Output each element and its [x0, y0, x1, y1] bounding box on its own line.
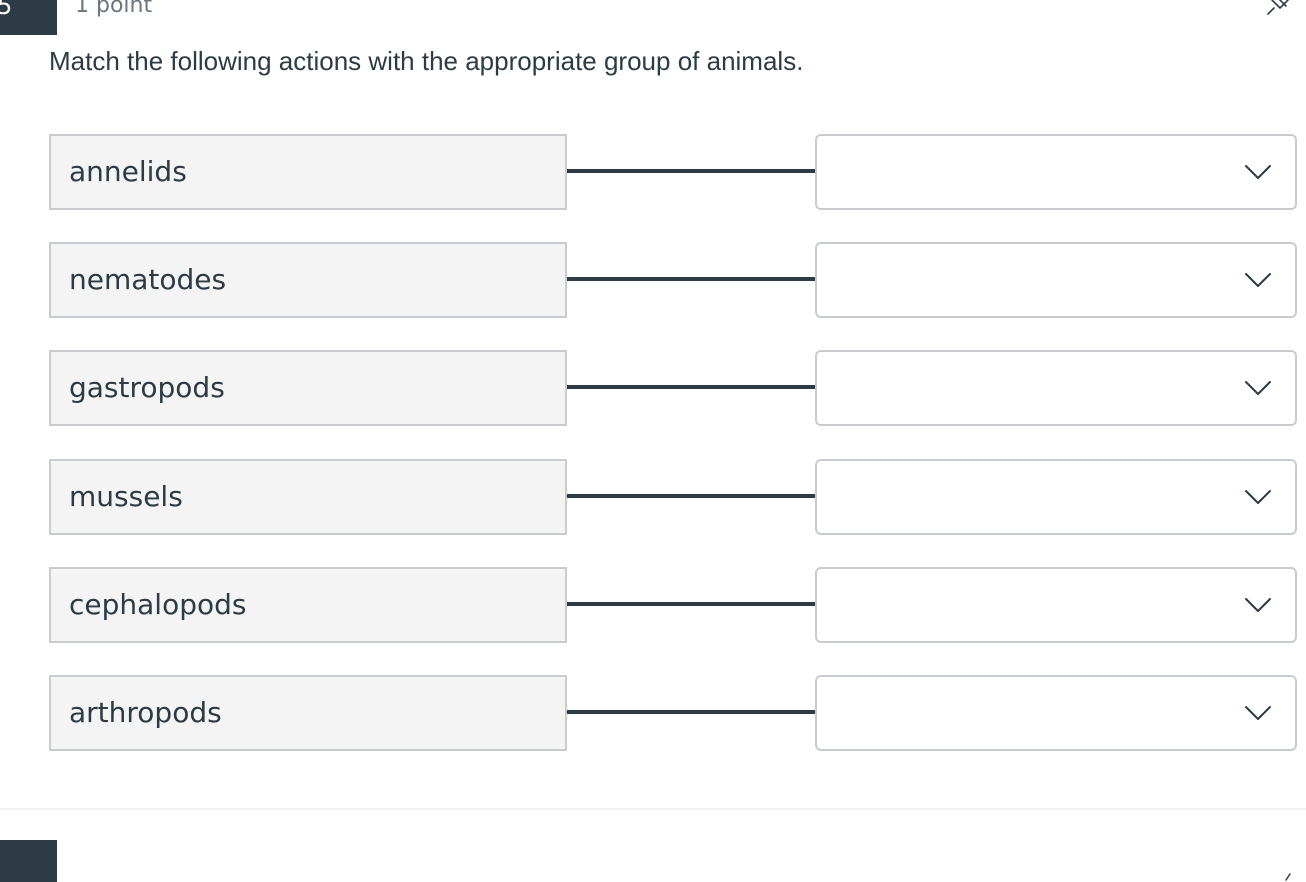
match-row: nematodes [49, 242, 1297, 318]
match-connector-line [567, 494, 816, 498]
question-points: 1 point [75, 0, 153, 18]
match-term: cephalopods [49, 567, 567, 643]
pin-icon[interactable] [1264, 0, 1294, 20]
match-answer-select[interactable] [815, 350, 1297, 426]
match-row: cephalopods [49, 567, 1297, 643]
match-answer-select[interactable] [815, 134, 1297, 210]
question-number: 5 [0, 0, 13, 20]
match-term: nematodes [49, 242, 567, 318]
match-term: mussels [49, 459, 567, 535]
chevron-down-icon [1245, 273, 1271, 287]
chevron-down-icon [1245, 165, 1271, 179]
question-number-badge: 5 [0, 0, 57, 35]
next-question-number-badge [0, 840, 57, 882]
match-connector-line [567, 277, 816, 281]
pin-icon[interactable] [1282, 872, 1298, 882]
match-row: mussels [49, 459, 1297, 535]
match-row: arthropods [49, 675, 1297, 751]
question-text: Match the following actions with the app… [49, 46, 804, 76]
match-answer-select[interactable] [815, 459, 1297, 535]
chevron-down-icon [1245, 706, 1271, 720]
match-answer-select[interactable] [815, 242, 1297, 318]
match-term: arthropods [49, 675, 567, 751]
question-divider [0, 808, 1306, 810]
match-term: gastropods [49, 350, 567, 426]
match-connector-line [567, 385, 816, 389]
chevron-down-icon [1245, 490, 1271, 504]
match-row: annelids [49, 134, 1297, 210]
match-row: gastropods [49, 350, 1297, 426]
match-answer-select[interactable] [815, 675, 1297, 751]
match-connector-line [567, 602, 816, 606]
chevron-down-icon [1245, 598, 1271, 612]
chevron-down-icon [1245, 381, 1271, 395]
match-connector-line [567, 169, 816, 173]
match-term: annelids [49, 134, 567, 210]
match-answer-select[interactable] [815, 567, 1297, 643]
match-connector-line [567, 710, 816, 714]
